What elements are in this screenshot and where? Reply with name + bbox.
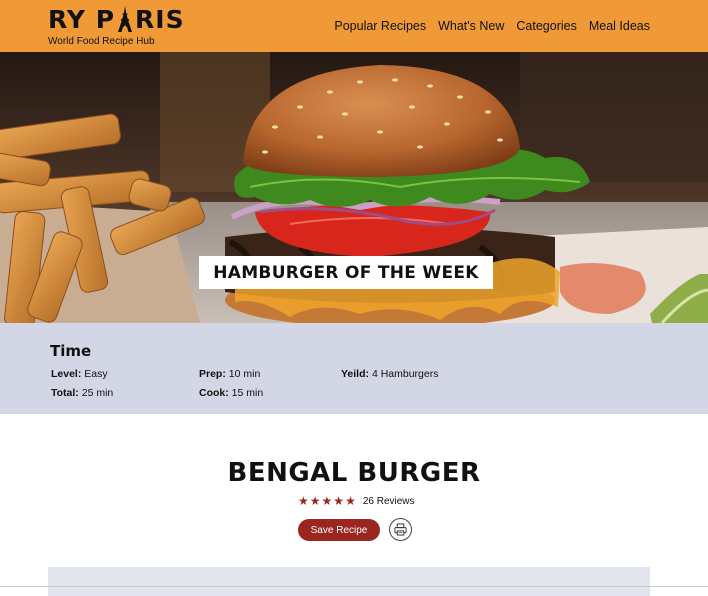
time-prep-value: 10 min <box>228 368 261 380</box>
site-logo[interactable]: RY P RIS <box>48 4 185 34</box>
time-level-value: Easy <box>84 368 108 380</box>
hero-badge: HAMBURGER OF THE WEEK <box>199 256 493 289</box>
reviews-link[interactable]: 26 Reviews <box>363 496 415 507</box>
time-prep-label: Prep: <box>199 368 226 380</box>
time-cook-value: 15 min <box>231 387 264 399</box>
time-prep: Prep: 10 min <box>199 368 260 380</box>
star-icon: ★ <box>309 494 321 508</box>
nav-categories[interactable]: Categories <box>516 19 576 33</box>
star-icon: ★ <box>345 494 356 508</box>
time-cook-label: Cook: <box>199 387 229 399</box>
main-nav: Popular Recipes What's New Categories Me… <box>334 19 650 33</box>
nav-meal-ideas[interactable]: Meal Ideas <box>589 19 650 33</box>
eiffel-tower-icon <box>118 6 133 32</box>
window-bottom-edge <box>0 586 708 587</box>
hero-badge-title: HAMBURGER OF THE WEEK <box>213 262 479 283</box>
time-heading: Time <box>50 342 92 360</box>
logo-text-right: RIS <box>135 4 185 34</box>
hero-banner[interactable]: HAMBURGER OF THE WEEK <box>0 52 708 323</box>
brand[interactable]: RY P RIS World Food Recipe Hub <box>48 4 185 48</box>
recipe-content-panel <box>48 567 650 596</box>
time-total-label: Total: <box>51 387 79 399</box>
time-total-value: 25 min <box>81 387 114 399</box>
site-header: RY P RIS World Food Recipe Hub Popular R… <box>0 0 708 52</box>
printer-icon <box>394 523 407 536</box>
time-level-label: Level: <box>51 368 82 380</box>
site-tagline: World Food Recipe Hub <box>48 36 155 47</box>
recipe-title: BENGAL BURGER <box>227 458 481 488</box>
nav-whats-new[interactable]: What's New <box>438 19 504 33</box>
time-cook: Cook: 15 min <box>199 387 263 399</box>
logo-text-left: RY P <box>48 4 116 34</box>
star-icon: ★ <box>298 494 309 508</box>
time-level: Level: Easy <box>51 368 108 380</box>
time-yield: Yeild: 4 Hamburgers <box>341 368 438 380</box>
save-recipe-button[interactable]: Save Recipe <box>298 519 380 541</box>
time-yield-label: Yeild: <box>341 368 370 380</box>
time-info-band: Time Level: Easy Total: 25 min Prep: 10 … <box>0 323 708 414</box>
star-icon: ★ <box>321 494 333 508</box>
nav-popular-recipes[interactable]: Popular Recipes <box>334 19 426 33</box>
time-total: Total: 25 min <box>51 387 113 399</box>
print-button[interactable] <box>389 518 412 541</box>
star-rating: ★ ★ ★ ★ ★ <box>298 494 356 508</box>
recipe-rating[interactable]: ★ ★ ★ ★ ★ 26 Reviews <box>298 494 415 508</box>
star-icon: ★ <box>333 494 345 508</box>
time-yield-value: 4 Hamburgers <box>371 368 439 380</box>
